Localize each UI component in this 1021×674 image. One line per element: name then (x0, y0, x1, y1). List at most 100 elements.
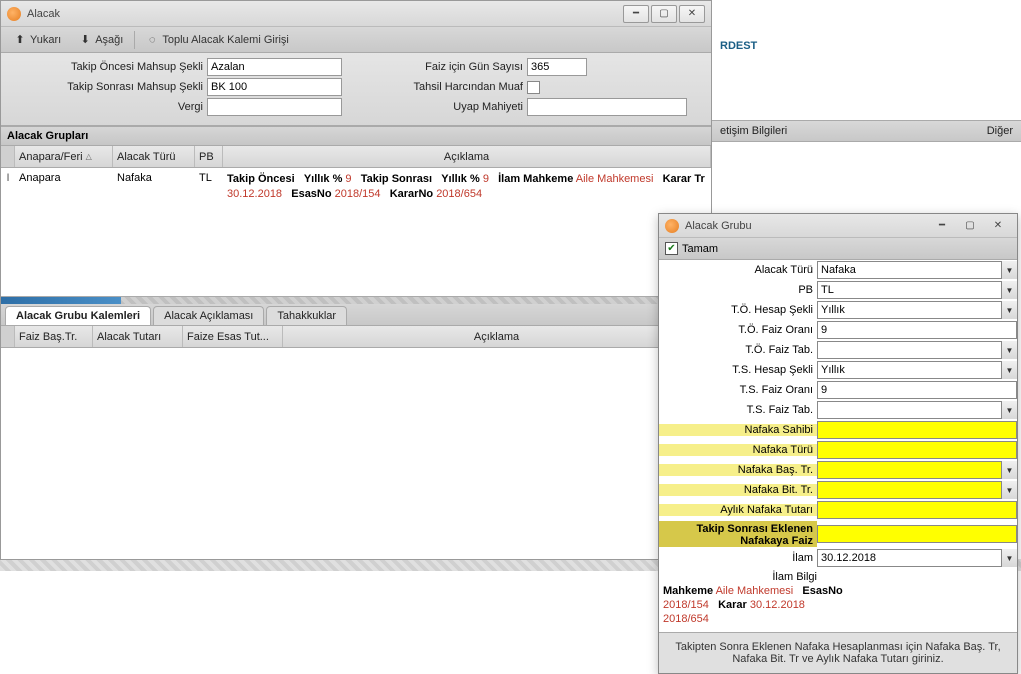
field-faiz-gun-sayisi[interactable] (527, 58, 587, 76)
field-takip-sonrasi-mahsup[interactable] (207, 78, 342, 96)
dialog-close-button[interactable]: ✕ (985, 217, 1011, 235)
label-dlg-ilam: İlam (659, 552, 817, 564)
dialog-form: Alacak Türü ▼ PB ▼ T.Ö. Hesap Şekli ▼ T.… (659, 260, 1017, 632)
chevron-down-icon: ▼ (1001, 461, 1017, 479)
bulk-entry-button[interactable]: ◌ Toplu Alacak Kalemi Girişi (139, 31, 296, 49)
label-dlg-ts-tab: T.S. Faiz Tab. (659, 404, 817, 416)
col-pb[interactable]: PB (195, 146, 223, 167)
field-to-orani[interactable] (817, 321, 1017, 339)
label-dlg-nafaka-sahibi: Nafaka Sahibi (659, 424, 817, 436)
form-area: Takip Öncesi Mahsup Şekli Takip Sonrası … (1, 53, 711, 126)
bg-tab-contact[interactable]: etişim Bilgileri (720, 125, 787, 137)
label-tahsil-harcindan-muaf: Tahsil Harcından Muaf (357, 81, 527, 93)
combo-pb[interactable]: ▼ (817, 281, 1017, 299)
col-aciklama-2[interactable]: Açıklama (283, 326, 711, 347)
partial-text: RDEST (712, 34, 1021, 58)
grid1-header: Anapara/Feri △ Alacak Türü PB Açıklama (1, 146, 711, 168)
grid1-row[interactable]: I Anapara Nafaka TL Takip Öncesi Yıllık … (1, 168, 711, 206)
chevron-down-icon: ▼ (1001, 261, 1017, 279)
col-alacak-tutari[interactable]: Alacak Tutarı (93, 326, 183, 347)
up-button[interactable]: ⬆ Yukarı (7, 31, 68, 49)
close-button[interactable]: ✕ (679, 5, 705, 23)
cell-alacak-turu: Nafaka (113, 170, 195, 186)
bulk-label: Toplu Alacak Kalemi Girişi (162, 34, 289, 46)
field-vergi[interactable] (207, 98, 342, 116)
combo-ts-hesap[interactable]: ▼ (817, 361, 1017, 379)
titlebar: Alacak ━ ▢ ✕ (1, 1, 711, 27)
ilam-bilgi-block: İlam Bilgi Mahkeme Aile Mahkemesi EsasNo… (659, 568, 1017, 632)
cell-description: Takip Öncesi Yıllık % 9 Takip Sonrası Yı… (223, 170, 711, 204)
tabs: Alacak Grubu Kalemleri Alacak Açıklaması… (1, 304, 711, 326)
label-takip-sonrasi-mahsup: Takip Sonrası Mahsup Şekli (7, 81, 207, 93)
label-dlg-takip-sonrasi-eklenen: Takip Sonrası Eklenen Nafakaya Faiz (659, 521, 817, 547)
tab-alacak-grubu-kalemleri[interactable]: Alacak Grubu Kalemleri (5, 306, 151, 325)
field-takip-sonrasi-eklenen[interactable] (817, 525, 1017, 543)
dialog-minimize-button[interactable]: ━ (929, 217, 955, 235)
combo-to-tab[interactable]: ▼ (817, 341, 1017, 359)
field-aylik-nafaka[interactable] (817, 501, 1017, 519)
combo-ts-tab[interactable]: ▼ (817, 401, 1017, 419)
tamam-button[interactable]: Tamam (682, 243, 718, 255)
window-title: Alacak (27, 8, 623, 20)
grid2-indicator-header (1, 326, 15, 347)
grid2-header: Faiz Baş.Tr. Alacak Tutarı Faize Esas Tu… (1, 326, 711, 348)
chevron-down-icon: ▼ (1001, 281, 1017, 299)
combo-ilam[interactable]: ▼ (817, 549, 1017, 567)
tab-alacak-aciklamasi[interactable]: Alacak Açıklaması (153, 306, 264, 325)
label-vergi: Vergi (7, 101, 207, 113)
cell-anapara-feri: Anapara (15, 170, 113, 186)
dialog-toolbar: ✔ Tamam (659, 238, 1017, 260)
label-dlg-to-tab: T.Ö. Faiz Tab. (659, 344, 817, 356)
combo-nafaka-bas[interactable]: ▼ (817, 461, 1017, 479)
col-anapara-feri[interactable]: Anapara/Feri △ (15, 146, 113, 167)
dialog-titlebar: Alacak Grubu ━ ▢ ✕ (659, 214, 1017, 238)
sort-asc-icon: △ (86, 152, 92, 161)
chevron-down-icon: ▼ (1001, 549, 1017, 567)
chevron-down-icon: ▼ (1001, 361, 1017, 379)
label-takip-oncesi-mahsup: Takip Öncesi Mahsup Şekli (7, 61, 207, 73)
label-dlg-alacak-turu: Alacak Türü (659, 264, 817, 276)
grid2-body (1, 348, 711, 533)
field-uyap-mahiyeti[interactable] (527, 98, 687, 116)
maximize-button[interactable]: ▢ (651, 5, 677, 23)
down-button[interactable]: ⬇ Aşağı (72, 31, 130, 49)
chevron-down-icon: ▼ (1001, 401, 1017, 419)
alacak-window: Alacak ━ ▢ ✕ ⬆ Yukarı ⬇ Aşağı ◌ Toplu Al… (0, 0, 712, 560)
cell-pb: TL (195, 170, 223, 186)
label-dlg-nafaka-bas: Nafaka Baş. Tr. (659, 464, 817, 476)
chevron-down-icon: ▼ (1001, 481, 1017, 499)
col-faize-esas-tut[interactable]: Faize Esas Tut... (183, 326, 283, 347)
check-icon: ✔ (665, 242, 678, 255)
dialog-title: Alacak Grubu (685, 220, 929, 232)
col-alacak-turu[interactable]: Alacak Türü (113, 146, 195, 167)
label-dlg-nafaka-bit: Nafaka Bit. Tr. (659, 484, 817, 496)
background-tabbar: etişim Bilgileri Diğer (712, 120, 1021, 142)
tab-tahakkuklar[interactable]: Tahakkuklar (266, 306, 347, 325)
minimize-button[interactable]: ━ (623, 5, 649, 23)
label-faiz-gun-sayisi: Faiz için Gün Sayısı (357, 61, 527, 73)
field-takip-oncesi-mahsup[interactable] (207, 58, 342, 76)
col-aciklama[interactable]: Açıklama (223, 146, 711, 167)
label-dlg-ilam-bilgi: İlam Bilgi (663, 570, 821, 584)
app-icon (7, 7, 21, 21)
field-ts-orani[interactable] (817, 381, 1017, 399)
chevron-down-icon: ▼ (1001, 341, 1017, 359)
bg-tab-other[interactable]: Diğer (987, 125, 1013, 137)
dialog-maximize-button[interactable]: ▢ (957, 217, 983, 235)
combo-nafaka-bit[interactable]: ▼ (817, 481, 1017, 499)
alacak-grubu-dialog: Alacak Grubu ━ ▢ ✕ ✔ Tamam Alacak Türü ▼… (658, 213, 1018, 674)
label-dlg-to-hesap: T.Ö. Hesap Şekli (659, 304, 817, 316)
col-faiz-bas-tr[interactable]: Faiz Baş.Tr. (15, 326, 93, 347)
dialog-footer-text: Takipten Sonra Eklenen Nafaka Hesaplanma… (659, 632, 1017, 673)
field-nafaka-turu[interactable] (817, 441, 1017, 459)
field-nafaka-sahibi[interactable] (817, 421, 1017, 439)
combo-alacak-turu[interactable]: ▼ (817, 261, 1017, 279)
label-dlg-pb: PB (659, 284, 817, 296)
label-dlg-ts-orani: T.S. Faiz Oranı (659, 384, 817, 396)
toolbar: ⬆ Yukarı ⬇ Aşağı ◌ Toplu Alacak Kalemi G… (1, 27, 711, 53)
label-dlg-nafaka-turu: Nafaka Türü (659, 444, 817, 456)
chevron-down-icon: ▼ (1001, 301, 1017, 319)
label-dlg-ts-hesap: T.S. Hesap Şekli (659, 364, 817, 376)
combo-to-hesap[interactable]: ▼ (817, 301, 1017, 319)
checkbox-tahsil-harcindan-muaf[interactable] (527, 81, 540, 94)
